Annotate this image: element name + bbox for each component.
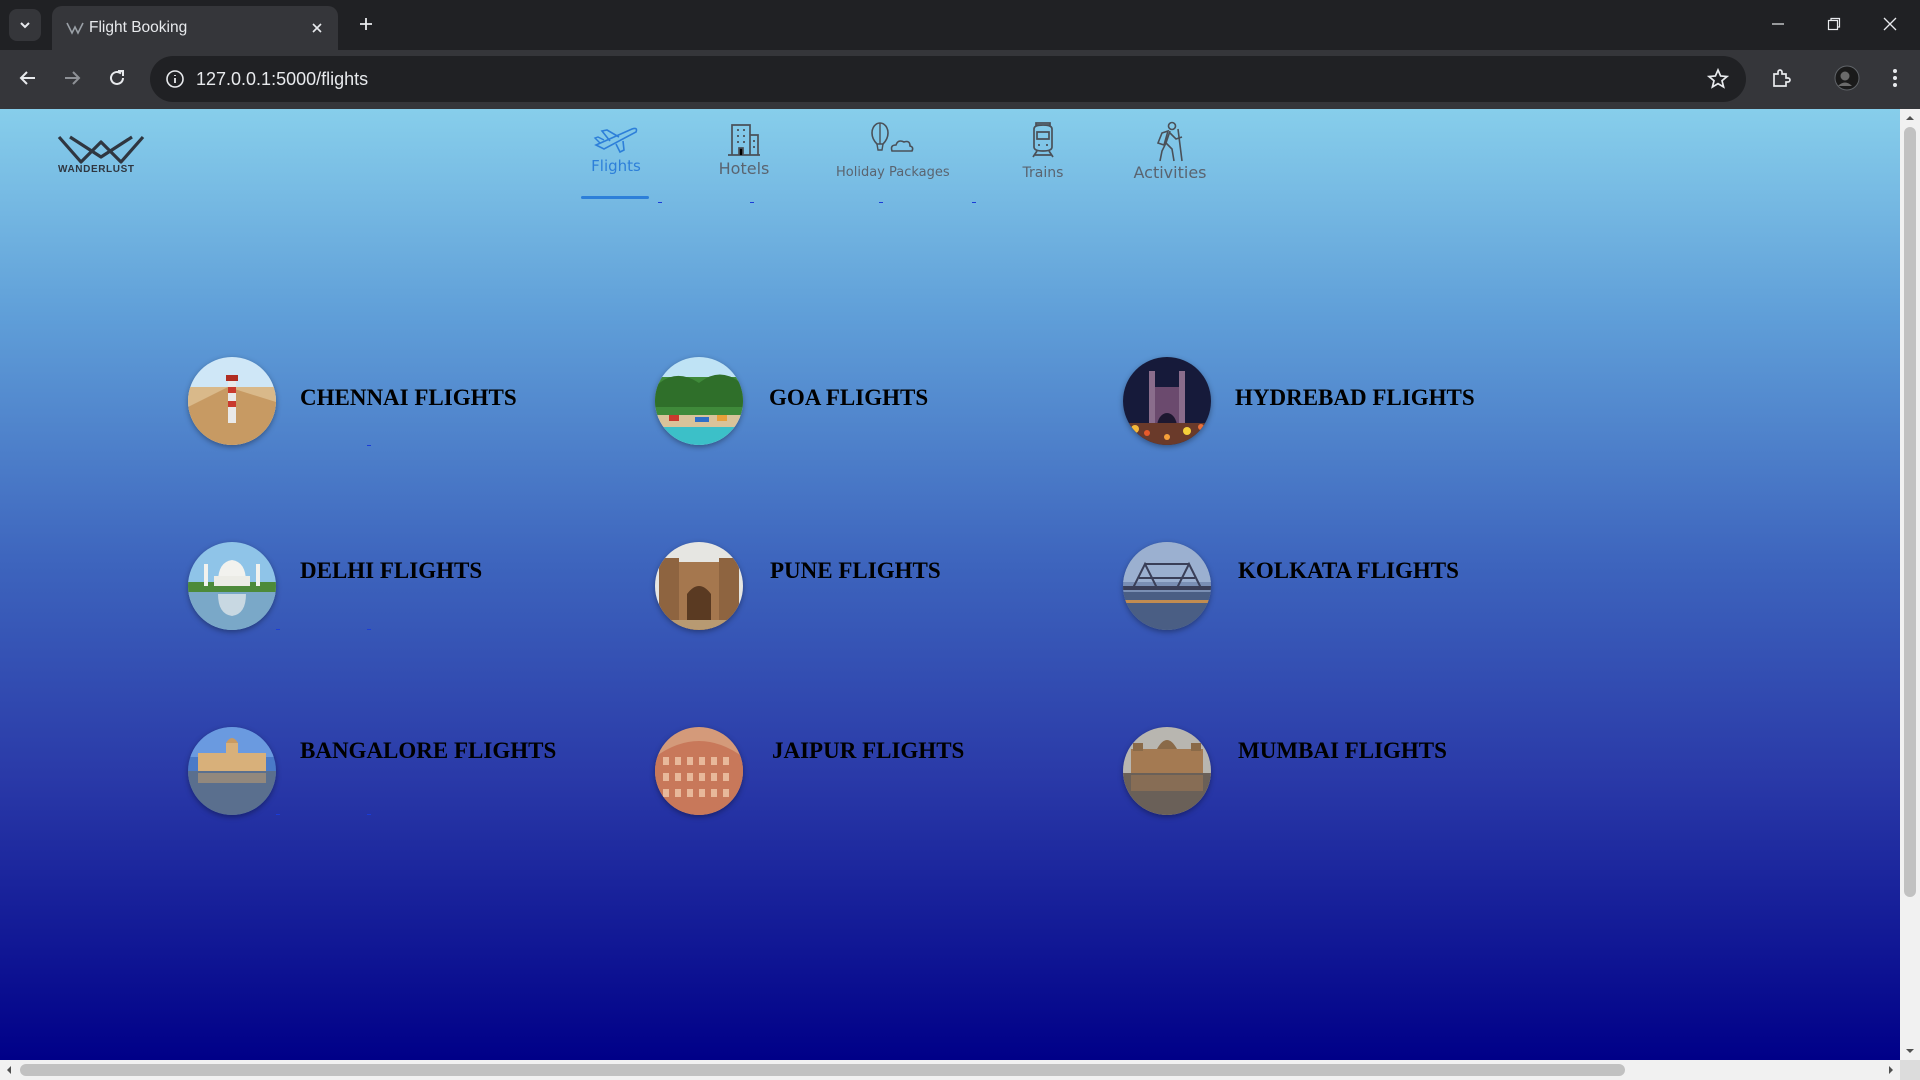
train-icon bbox=[1032, 122, 1054, 158]
scroll-down-arrow-icon[interactable] bbox=[1905, 1046, 1915, 1056]
arrow-right-icon bbox=[65, 71, 81, 85]
restore-button[interactable] bbox=[1806, 0, 1862, 48]
destination-card-kolkata[interactable]: KOLKATA FLIGHTS bbox=[1123, 542, 1583, 642]
active-tab-indicator bbox=[581, 196, 649, 199]
destination-card-hyderabad[interactable]: HYDREBAD FLIGHTS bbox=[1123, 357, 1583, 457]
destination-image-goa[interactable] bbox=[655, 357, 743, 445]
destination-image-hyderabad[interactable] bbox=[1123, 357, 1211, 445]
avatar bbox=[1834, 65, 1860, 91]
minimize-button[interactable] bbox=[1750, 0, 1806, 48]
more-vertical-icon bbox=[1893, 69, 1897, 87]
scroll-right-arrow-icon[interactable] bbox=[1886, 1065, 1896, 1075]
destination-title[interactable]: CHENNAI FLIGHTS bbox=[300, 385, 517, 411]
destination-title[interactable]: HYDREBAD FLIGHTS bbox=[1235, 385, 1475, 411]
destination-image-bangalore[interactable] bbox=[188, 727, 276, 815]
nav-flights[interactable]: Flights bbox=[578, 121, 654, 175]
destination-title[interactable]: PUNE FLIGHTS bbox=[770, 558, 941, 584]
destination-card-mumbai[interactable]: MUMBAI FLIGHTS bbox=[1123, 727, 1583, 827]
arrow-left-icon bbox=[19, 71, 35, 85]
destination-image-kolkata[interactable] bbox=[1123, 542, 1211, 630]
browser-tab-bar: Flight Booking bbox=[0, 0, 1920, 50]
nav-flights-label: Flights bbox=[591, 157, 641, 175]
destination-card-delhi[interactable]: DELHI FLIGHTS bbox=[188, 542, 648, 642]
chevron-down-icon bbox=[20, 22, 30, 29]
nav-activities-label: Activities bbox=[1133, 163, 1207, 182]
reload-icon bbox=[110, 70, 124, 85]
destination-image-mumbai[interactable] bbox=[1123, 727, 1211, 815]
url-text[interactable]: 127.0.0.1:5000/flights bbox=[196, 69, 368, 90]
site-info-icon[interactable] bbox=[164, 68, 186, 90]
hiker-icon bbox=[1156, 121, 1183, 162]
close-window-button[interactable] bbox=[1862, 0, 1918, 48]
hotel-building-icon bbox=[728, 124, 760, 156]
tab-search-button[interactable] bbox=[9, 9, 41, 41]
nav-trains-label: Trains bbox=[1022, 165, 1064, 181]
nav-holiday-packages-label: Holiday Packages bbox=[836, 165, 950, 180]
back-button[interactable] bbox=[12, 62, 44, 94]
link-underline bbox=[972, 202, 976, 203]
destination-card-bangalore[interactable]: BANGALORE FLIGHTS bbox=[188, 727, 648, 827]
close-icon bbox=[312, 23, 322, 33]
destination-card-goa[interactable]: GOA FLIGHTS bbox=[655, 357, 1115, 457]
wanderlust-favicon-icon bbox=[66, 22, 84, 35]
logo-text: WANDERLUST bbox=[58, 164, 135, 175]
restore-icon bbox=[1827, 17, 1841, 31]
destination-card-chennai[interactable]: CHENNAI FLIGHTS bbox=[188, 357, 648, 457]
reload-button[interactable] bbox=[101, 62, 133, 94]
link-underline bbox=[658, 202, 662, 203]
nav-trains[interactable]: Trains bbox=[1014, 121, 1072, 181]
close-icon bbox=[1883, 17, 1897, 31]
link-underline bbox=[750, 202, 754, 203]
menu-button[interactable] bbox=[1880, 63, 1910, 93]
plus-icon bbox=[360, 18, 372, 30]
scroll-up-arrow-icon[interactable] bbox=[1905, 113, 1915, 123]
nav-holiday-packages[interactable]: Holiday Packages bbox=[836, 121, 950, 180]
puzzle-icon bbox=[1773, 69, 1791, 87]
page-viewport: WANDERLUST Flights Hotels Holiday Packag… bbox=[0, 109, 1900, 1060]
horizontal-scrollbar-thumb[interactable] bbox=[20, 1064, 1625, 1076]
destination-title[interactable]: JAIPUR FLIGHTS bbox=[772, 738, 964, 764]
browser-tab[interactable]: Flight Booking bbox=[52, 6, 338, 50]
destination-title[interactable]: GOA FLIGHTS bbox=[769, 385, 928, 411]
airplane-icon bbox=[593, 127, 638, 154]
star-icon[interactable] bbox=[1706, 67, 1730, 91]
destination-card-pune[interactable]: PUNE FLIGHTS bbox=[655, 542, 1115, 642]
address-bar[interactable]: 127.0.0.1:5000/flights bbox=[150, 56, 1746, 102]
destination-image-pune[interactable] bbox=[655, 542, 743, 630]
destination-title[interactable]: MUMBAI FLIGHTS bbox=[1238, 738, 1447, 764]
destination-card-jaipur[interactable]: JAIPUR FLIGHTS bbox=[655, 727, 1115, 827]
destination-title[interactable]: BANGALORE FLIGHTS bbox=[300, 738, 556, 764]
destination-image-jaipur[interactable] bbox=[655, 727, 743, 815]
hot-air-balloon-icon bbox=[871, 122, 914, 152]
destination-image-chennai[interactable] bbox=[188, 357, 276, 445]
vertical-scrollbar[interactable] bbox=[1900, 109, 1920, 1060]
nav-hotels[interactable]: Hotels bbox=[712, 121, 776, 178]
destination-image-delhi[interactable] bbox=[188, 542, 276, 630]
nav-activities[interactable]: Activities bbox=[1130, 121, 1210, 182]
tab-close-button[interactable] bbox=[306, 17, 328, 39]
destination-title[interactable]: KOLKATA FLIGHTS bbox=[1238, 558, 1459, 584]
scroll-left-arrow-icon[interactable] bbox=[4, 1065, 14, 1075]
vertical-scrollbar-thumb[interactable] bbox=[1904, 127, 1916, 897]
forward-button[interactable] bbox=[56, 62, 88, 94]
link-underline bbox=[879, 202, 883, 203]
minimize-icon bbox=[1772, 23, 1784, 25]
browser-toolbar: 127.0.0.1:5000/flights bbox=[0, 50, 1920, 109]
nav-hotels-label: Hotels bbox=[718, 159, 770, 178]
new-tab-button[interactable] bbox=[353, 11, 379, 37]
extensions-button[interactable] bbox=[1766, 63, 1796, 93]
scrollbar-corner bbox=[1900, 1060, 1920, 1080]
destination-title[interactable]: DELHI FLIGHTS bbox=[300, 558, 482, 584]
horizontal-scrollbar[interactable] bbox=[0, 1060, 1900, 1080]
tab-title: Flight Booking bbox=[89, 19, 188, 36]
profile-button[interactable] bbox=[1832, 63, 1862, 93]
